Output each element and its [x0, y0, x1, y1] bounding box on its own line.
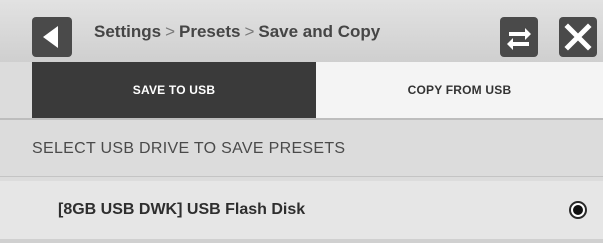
breadcrumb: Settings > Presets > Save and Copy	[94, 22, 380, 42]
back-triangle-icon	[42, 26, 58, 48]
tab-bar: SAVE TO USB COPY FROM USB	[0, 62, 603, 120]
selected-radio-icon[interactable]	[569, 201, 587, 219]
usb-drive-item[interactable]: [8GB USB DWK] USB Flash Disk	[0, 181, 603, 239]
close-x-icon	[564, 23, 592, 51]
divider	[0, 176, 603, 177]
swap-button[interactable]	[500, 17, 538, 57]
usb-drive-label: [8GB USB DWK] USB Flash Disk	[58, 201, 306, 218]
save-copy-screen: Settings > Presets > Save and Copy SAVE TO U…	[0, 0, 603, 243]
section-title: SELECT USB DRIVE TO SAVE PRESETS	[32, 140, 346, 157]
close-button[interactable]	[559, 17, 597, 57]
breadcrumb-current: Save and Copy	[258, 22, 381, 41]
radio-dot	[573, 205, 583, 215]
back-button[interactable]	[32, 17, 72, 57]
header-bar: Settings > Presets > Save and Copy	[0, 0, 603, 62]
breadcrumb-separator: >	[165, 22, 175, 41]
tab-copy-from-usb[interactable]: COPY FROM USB	[316, 62, 603, 118]
breadcrumb-settings[interactable]: Settings	[94, 22, 161, 41]
tab-save-to-usb[interactable]: SAVE TO USB	[32, 62, 316, 118]
breadcrumb-presets[interactable]: Presets	[179, 22, 240, 41]
swap-arrows-icon	[507, 28, 531, 50]
bottom-divider	[0, 239, 603, 243]
breadcrumb-separator: >	[244, 22, 255, 41]
